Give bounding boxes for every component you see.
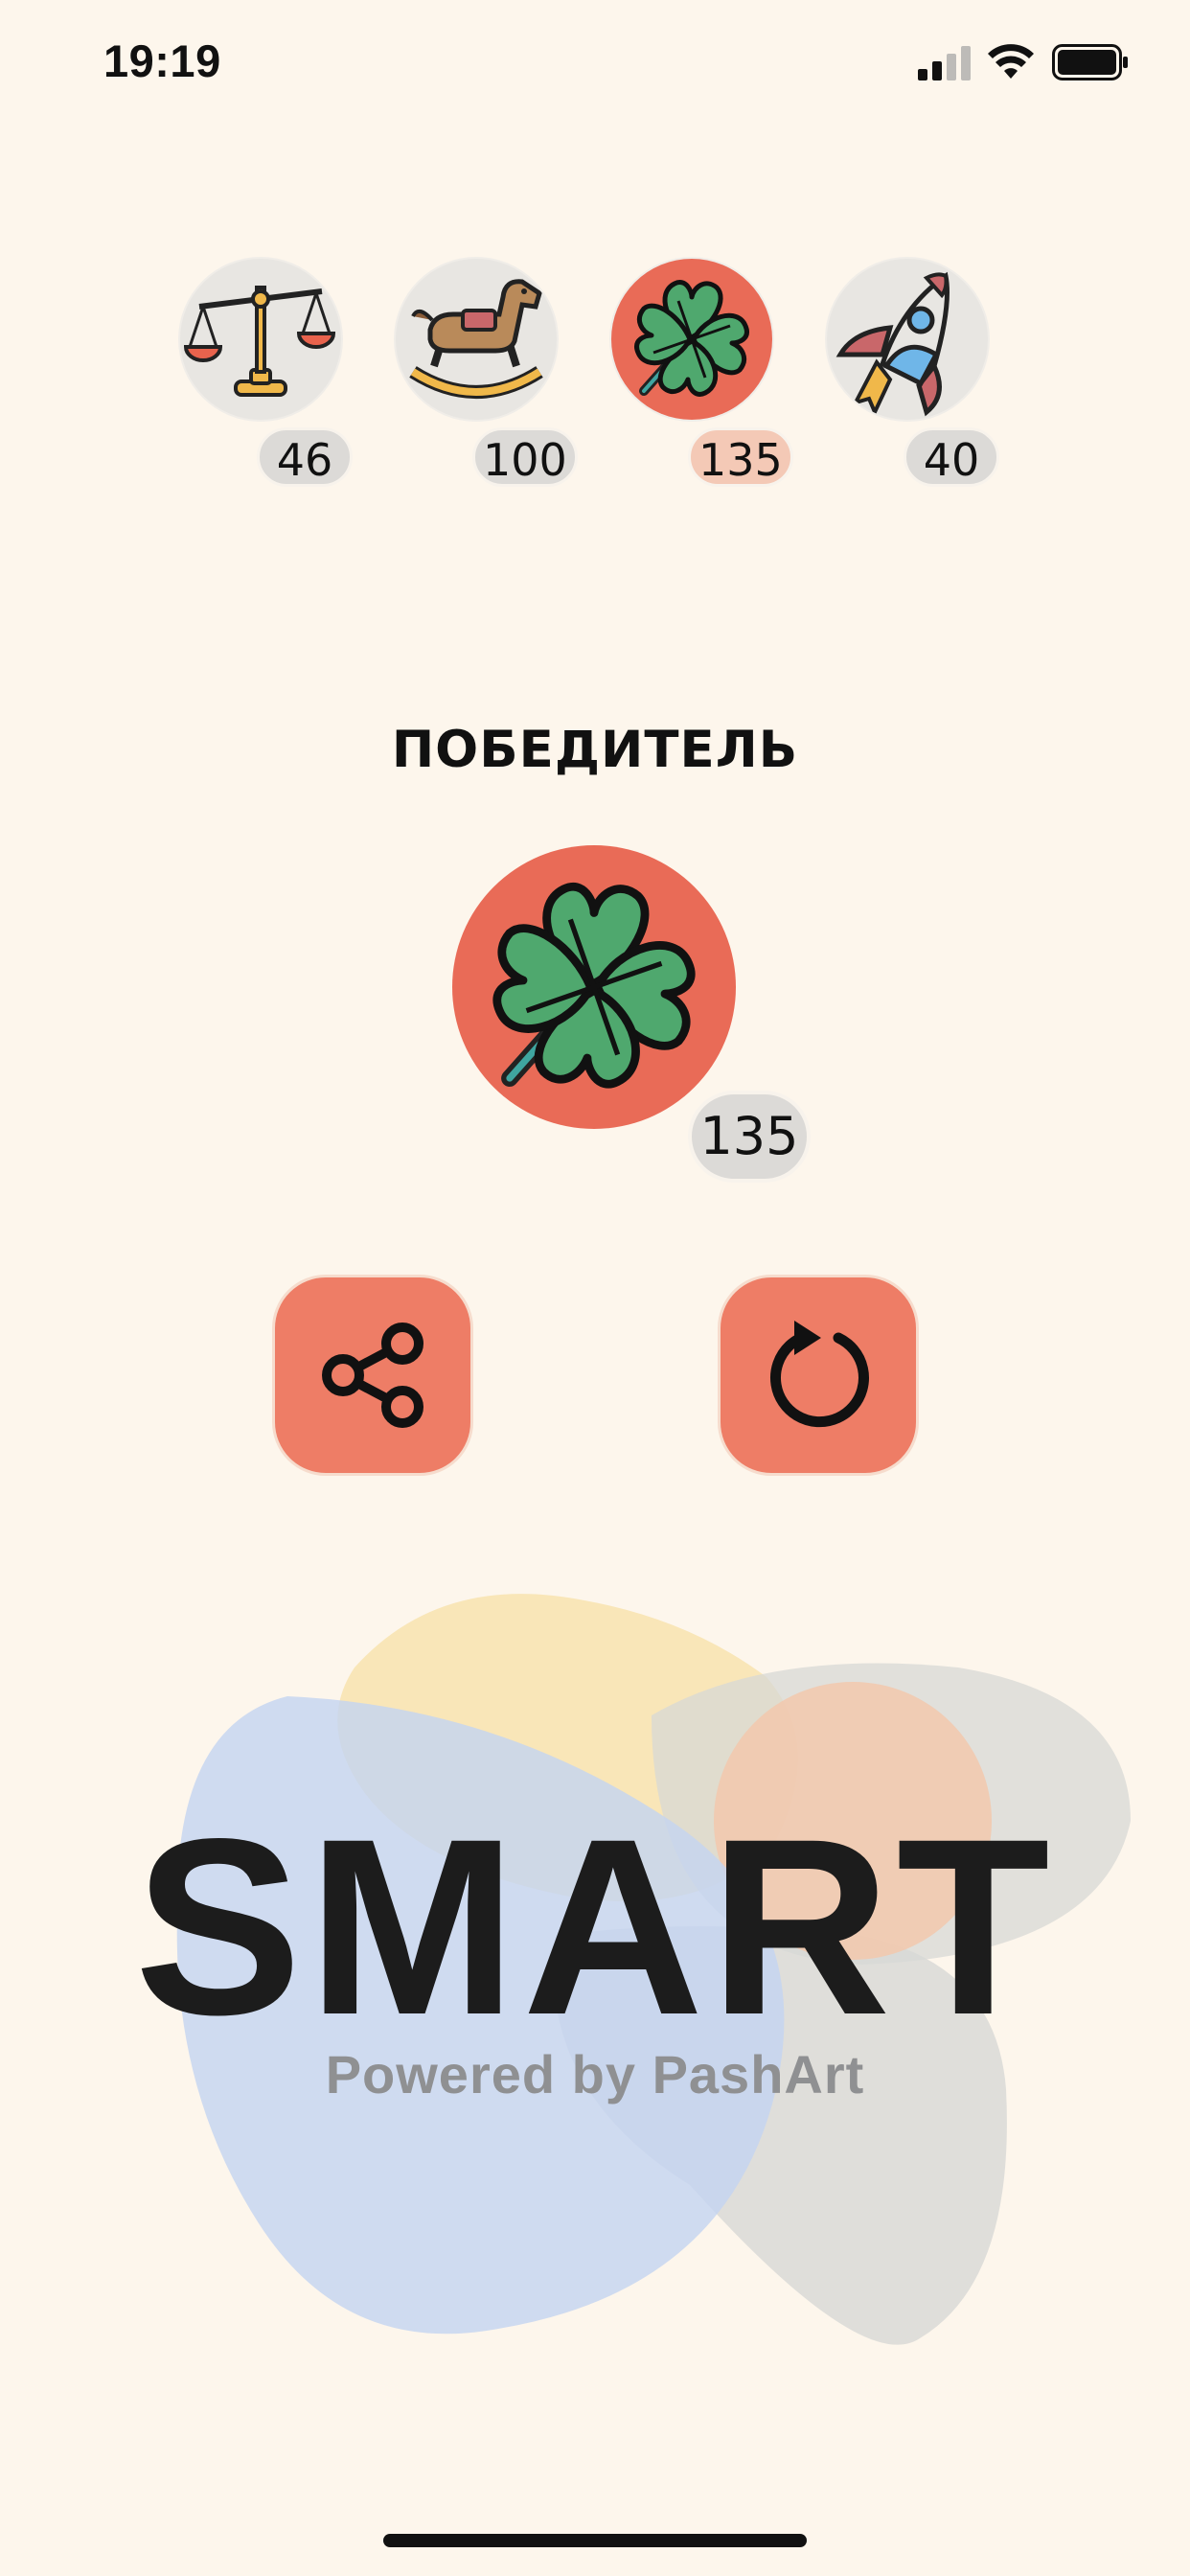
rocket-icon [835, 271, 950, 417]
four-leaf-clover-icon [634, 280, 749, 397]
battery-icon [1052, 44, 1128, 80]
winner-score: 135 [688, 1091, 811, 1183]
player-avatar [827, 259, 988, 420]
share-button[interactable] [272, 1275, 473, 1476]
player-rocket[interactable]: 40 [821, 259, 999, 498]
player-scales[interactable]: 46 [174, 259, 353, 498]
player-clover[interactable]: 135 [606, 259, 793, 498]
scales-icon [183, 286, 336, 397]
brand-title: SMART [134, 1786, 1056, 2067]
player-avatar [180, 259, 341, 420]
player-avatar [396, 259, 557, 420]
restart-button[interactable] [718, 1275, 919, 1476]
home-indicator[interactable] [383, 2534, 807, 2547]
winner-avatar [452, 845, 736, 1129]
share-icon [322, 1322, 423, 1428]
brand-subtitle: Powered by PashArt [325, 2044, 865, 2104]
cellular-signal-icon [918, 46, 971, 80]
rocking-horse-icon [409, 279, 543, 399]
restart-icon [770, 1321, 869, 1428]
player-score: 46 [257, 427, 353, 487]
wifi-icon [988, 44, 1034, 79]
player-rocking-horse[interactable]: 100 [390, 259, 578, 498]
player-score: 100 [472, 427, 578, 487]
winner-title: ПОБЕДИТЕЛЬ [391, 721, 799, 779]
player-score: 135 [688, 427, 793, 487]
player-avatar [611, 259, 772, 420]
player-score: 40 [904, 427, 999, 487]
status-time: 19:19 [103, 35, 221, 86]
four-leaf-clover-icon [492, 883, 696, 1089]
